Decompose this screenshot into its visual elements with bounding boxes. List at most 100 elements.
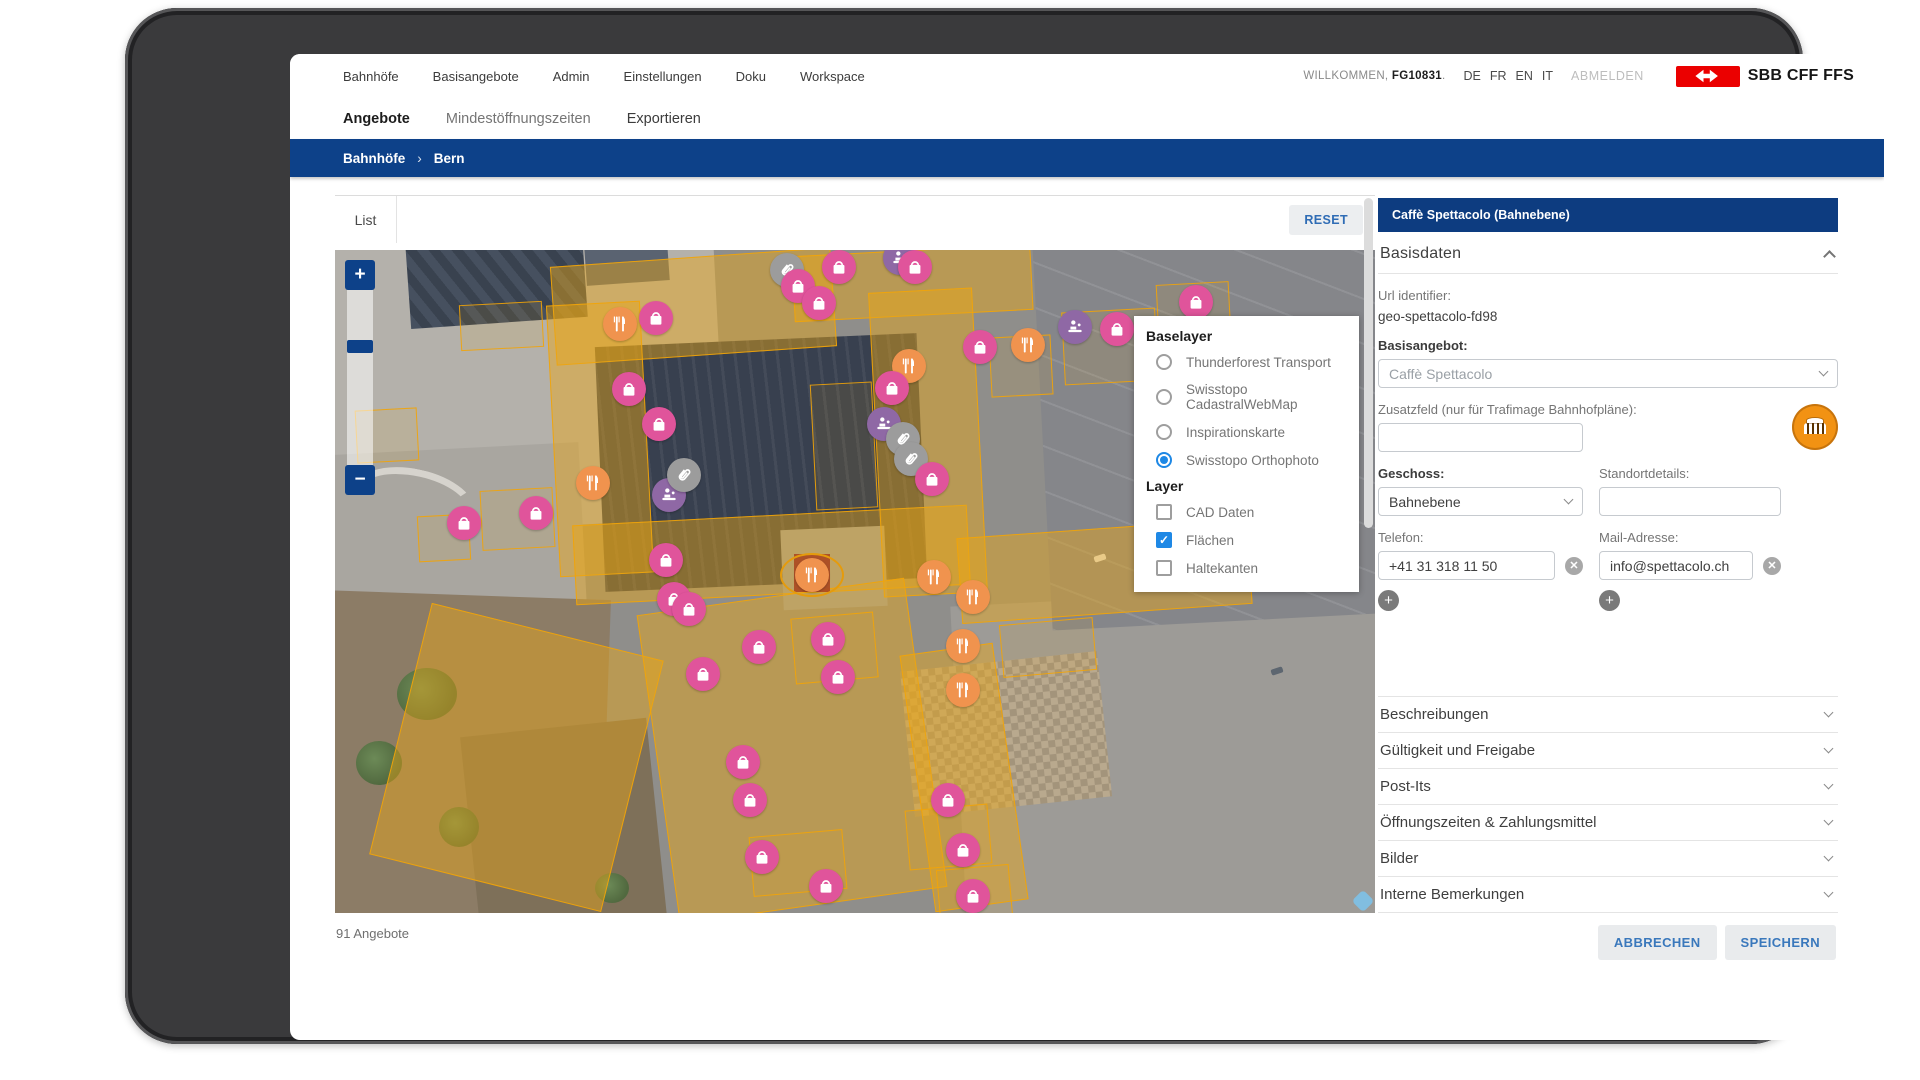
- radio-icon[interactable]: [1156, 424, 1172, 440]
- restaurant-marker[interactable]: [946, 629, 980, 663]
- panel-scrollbar[interactable]: [1364, 198, 1373, 528]
- accordion-g-ltigkeit-und-freigabe[interactable]: Gültigkeit und Freigabe: [1378, 732, 1838, 768]
- selected-offer-marker[interactable]: [780, 550, 844, 600]
- telefon-input[interactable]: [1378, 551, 1555, 580]
- shop-marker[interactable]: [686, 657, 720, 691]
- checkbox-icon[interactable]: [1156, 560, 1172, 576]
- map-canvas[interactable]: + − Baselayer Thunderforest TransportSwi…: [335, 250, 1375, 913]
- chevron-up-icon: [1823, 250, 1836, 263]
- language-en[interactable]: EN: [1516, 69, 1533, 83]
- main-nav-item-admin[interactable]: Admin: [553, 69, 590, 84]
- shop-marker[interactable]: [898, 250, 932, 284]
- baselayer-option[interactable]: Thunderforest Transport: [1134, 348, 1359, 376]
- accordion-beschreibungen[interactable]: Beschreibungen: [1378, 696, 1838, 732]
- restaurant-icon[interactable]: [795, 558, 829, 592]
- shop-marker[interactable]: [642, 407, 676, 441]
- clear-telefon-icon[interactable]: ✕: [1565, 557, 1583, 575]
- shop-marker[interactable]: [447, 506, 481, 540]
- shop-marker[interactable]: [1179, 285, 1213, 319]
- shop-marker[interactable]: [809, 869, 843, 903]
- basisdaten-section-header[interactable]: Basisdaten: [1378, 232, 1838, 274]
- zusatzfeld-input[interactable]: [1378, 423, 1583, 452]
- shop-marker[interactable]: [649, 543, 683, 577]
- sbb-logo: SBB CFF FFS: [1676, 66, 1854, 87]
- save-button[interactable]: SPEICHERN: [1725, 925, 1836, 960]
- standortdetails-input[interactable]: [1599, 487, 1781, 516]
- breadcrumb-root[interactable]: Bahnhöfe: [343, 151, 405, 166]
- layer-option[interactable]: ✓Flächen: [1134, 526, 1359, 554]
- clear-mail-icon[interactable]: ✕: [1763, 557, 1781, 575]
- shop-marker[interactable]: [956, 879, 990, 913]
- shop-marker[interactable]: [733, 783, 767, 817]
- shop-marker[interactable]: [639, 301, 673, 335]
- accordion-bilder[interactable]: Bilder: [1378, 840, 1838, 876]
- restaurant-marker[interactable]: [576, 466, 610, 500]
- accordion--ffnungszeiten-zahlungsmittel[interactable]: Öffnungszeiten & Zahlungsmittel: [1378, 804, 1838, 840]
- tab-mindestöffnungszeiten[interactable]: Mindestöffnungszeiten: [446, 111, 591, 127]
- zoom-in-button[interactable]: +: [345, 260, 375, 290]
- radio-icon[interactable]: [1156, 389, 1172, 405]
- radio-icon[interactable]: [1156, 354, 1172, 370]
- service-marker[interactable]: [1058, 310, 1092, 344]
- radio-icon[interactable]: [1156, 452, 1172, 468]
- add-telefon-button[interactable]: +: [1378, 590, 1399, 611]
- layer-option[interactable]: Haltekanten: [1134, 554, 1359, 582]
- restaurant-marker[interactable]: [946, 673, 980, 707]
- accordion-interne-bemerkungen[interactable]: Interne Bemerkungen: [1378, 876, 1838, 913]
- main-nav-item-einstellungen[interactable]: Einstellungen: [624, 69, 702, 84]
- tab-exportieren[interactable]: Exportieren: [627, 111, 701, 127]
- shop-marker[interactable]: [931, 783, 965, 817]
- mail-input[interactable]: [1599, 551, 1753, 580]
- list-tab[interactable]: List: [335, 196, 397, 243]
- shop-marker[interactable]: [519, 496, 553, 530]
- main-nav-item-doku[interactable]: Doku: [736, 69, 766, 84]
- main-nav-item-bahnhöfe[interactable]: Bahnhöfe: [343, 69, 399, 84]
- geschoss-select[interactable]: Bahnebene: [1378, 487, 1583, 516]
- basisangebot-select[interactable]: Caffè Spettacolo: [1378, 359, 1838, 388]
- language-switcher: DE FR EN IT: [1463, 69, 1553, 83]
- checkbox-icon[interactable]: [1156, 504, 1172, 520]
- add-mail-button[interactable]: +: [1599, 590, 1620, 611]
- logout-link[interactable]: ABMELDEN: [1571, 69, 1644, 83]
- zoom-slider-track[interactable]: [347, 290, 373, 465]
- restaurant-marker[interactable]: [1011, 328, 1045, 362]
- shop-marker[interactable]: [672, 592, 706, 626]
- checkbox-icon[interactable]: ✓: [1156, 532, 1172, 548]
- language-de[interactable]: DE: [1463, 69, 1480, 83]
- shop-marker[interactable]: [811, 622, 845, 656]
- shop-marker[interactable]: [726, 745, 760, 779]
- shop-marker[interactable]: [915, 462, 949, 496]
- restaurant-marker[interactable]: [603, 307, 637, 341]
- main-nav-item-workspace[interactable]: Workspace: [800, 69, 865, 84]
- chevron-down-icon: [1564, 495, 1574, 505]
- zoom-out-button[interactable]: −: [345, 465, 375, 495]
- baselayer-option[interactable]: Swisstopo Orthophoto: [1134, 446, 1359, 474]
- breadcrumb-separator: ›: [417, 151, 422, 166]
- shop-marker[interactable]: [875, 371, 909, 405]
- layer-option[interactable]: CAD Daten: [1134, 498, 1359, 526]
- layer-option-label: Haltekanten: [1186, 561, 1258, 576]
- language-fr[interactable]: FR: [1490, 69, 1507, 83]
- restaurant-marker[interactable]: [956, 580, 990, 614]
- zoom-slider-handle[interactable]: [347, 340, 373, 353]
- shop-marker[interactable]: [963, 330, 997, 364]
- cancel-button[interactable]: ABBRECHEN: [1598, 925, 1717, 960]
- shop-marker[interactable]: [802, 286, 836, 320]
- language-it[interactable]: IT: [1542, 69, 1553, 83]
- attachment-marker[interactable]: [667, 458, 701, 492]
- shop-marker[interactable]: [745, 840, 779, 874]
- shop-marker[interactable]: [946, 833, 980, 867]
- shop-marker[interactable]: [822, 250, 856, 284]
- app-screen: Bahnhöfe Basisangebote Admin Einstellungen D…: [290, 54, 1884, 1040]
- restaurant-marker[interactable]: [917, 560, 951, 594]
- accordion-post-its[interactable]: Post-Its: [1378, 768, 1838, 804]
- main-nav-item-basisangebote[interactable]: Basisangebote: [433, 69, 519, 84]
- shop-marker[interactable]: [821, 660, 855, 694]
- tab-angebote[interactable]: Angebote: [343, 111, 410, 127]
- baselayer-option[interactable]: Swisstopo CadastralWebMap: [1134, 376, 1359, 418]
- shop-marker[interactable]: [1100, 312, 1134, 346]
- baselayer-option[interactable]: Inspirationskarte: [1134, 418, 1359, 446]
- shop-marker[interactable]: [612, 372, 646, 406]
- reset-button[interactable]: RESET: [1289, 205, 1363, 235]
- shop-marker[interactable]: [742, 630, 776, 664]
